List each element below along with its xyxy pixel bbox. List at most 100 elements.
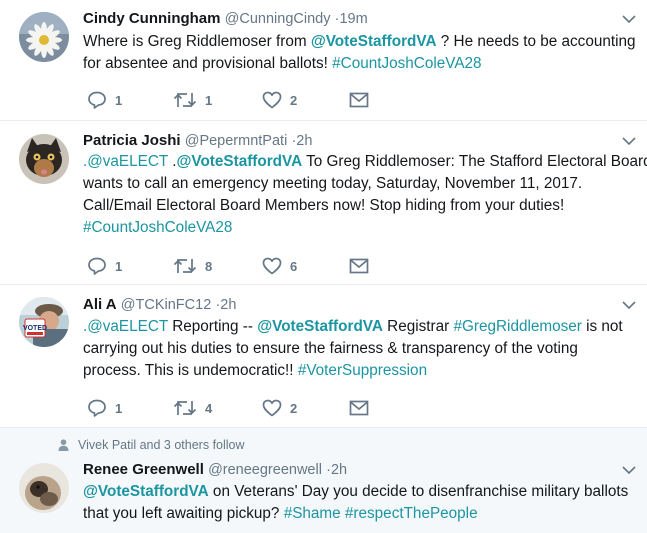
mention-link[interactable]: .@vaELECT <box>83 153 168 170</box>
reply-count: 1 <box>115 92 123 108</box>
hashtag-link[interactable]: #respectThePeople <box>345 505 478 522</box>
mention-link[interactable]: @VoteStaffordVA <box>83 483 209 500</box>
fullname[interactable]: Cindy Cunningham <box>83 10 221 27</box>
tweet-2[interactable]: Patricia Joshi @PepermntPati ·2h .@vaELE… <box>0 121 647 285</box>
chevron-down-icon[interactable] <box>622 15 636 24</box>
tweet-text-segment: process. This is undemocratic!! <box>83 362 298 379</box>
tweet-1[interactable]: Cindy Cunningham @CunningCindy ·19m Wher… <box>0 0 647 121</box>
tweet-text-segment: on Veterans' Day you decide to disenfran… <box>208 483 629 500</box>
tweet-text: @VoteStaffordVA on Veterans' Day you dec… <box>83 481 641 525</box>
reply-button[interactable]: 1 <box>87 398 122 418</box>
like-button[interactable]: 2 <box>262 90 297 110</box>
svg-text:VOTED: VOTED <box>23 325 47 332</box>
tweet-text-line: @VoteStaffordVA on Veterans' Day you dec… <box>83 481 641 503</box>
reply-count: 1 <box>115 258 123 274</box>
timestamp[interactable]: ·2h <box>326 462 347 478</box>
tweet-text-line: #CountJoshColeVA28 <box>83 217 641 239</box>
tweet-header: Cindy Cunningham @CunningCindy ·19m <box>83 9 637 29</box>
tweet-text-segment: for absentee and provisional ballots! <box>83 55 333 72</box>
avatar[interactable]: VOTED <box>19 297 69 347</box>
chevron-down-icon[interactable] <box>622 301 636 310</box>
tweet-3[interactable]: VOTED Ali A @TCKinFC12 ·2h .@vaELECT Rep… <box>0 285 647 428</box>
retweet-icon <box>173 401 197 415</box>
tweet-text-line: for absentee and provisional ballots! #C… <box>83 53 641 75</box>
like-count: 2 <box>290 400 298 416</box>
tweet-text-segment: Registrar <box>382 318 454 335</box>
timestamp[interactable]: ·19m <box>335 11 368 27</box>
timestamp[interactable]: ·2h <box>291 133 312 149</box>
reply-icon <box>88 257 106 275</box>
social-context: Vivek Patil and 3 others follow <box>58 438 245 452</box>
mention-link[interactable]: @VoteStaffordVA <box>176 153 302 170</box>
username[interactable]: @TCKinFC12 <box>121 297 211 313</box>
tweet-text-segment: Where is Greg Riddlemoser from <box>83 33 311 50</box>
retweet-button[interactable]: 4 <box>173 398 212 418</box>
chevron-down-icon[interactable] <box>622 137 636 146</box>
envelope-icon <box>349 92 369 108</box>
hashtag-link[interactable]: #Shame <box>284 505 341 522</box>
tweet-text: .@vaELECT Reporting -- @VoteStaffordVA R… <box>83 316 641 382</box>
person-icon <box>58 439 69 451</box>
social-context-text[interactable]: Vivek Patil and 3 others follow <box>78 438 245 452</box>
tweet-header: Ali A @TCKinFC12 ·2h <box>83 295 637 315</box>
reply-icon <box>88 91 106 109</box>
hashtag-link[interactable]: #CountJoshColeVA28 <box>332 55 481 72</box>
retweet-count: 1 <box>205 92 213 108</box>
retweet-button[interactable]: 1 <box>173 90 212 110</box>
hashtag-link[interactable]: #VoterSuppression <box>298 362 427 379</box>
reply-button[interactable]: 1 <box>87 256 122 276</box>
direct-message-button[interactable] <box>349 256 369 276</box>
retweet-icon <box>173 259 197 273</box>
fullname[interactable]: Patricia Joshi <box>83 132 181 149</box>
heart-icon <box>262 257 282 275</box>
avatar[interactable] <box>19 134 69 184</box>
heart-icon <box>262 91 282 109</box>
fullname[interactable]: Renee Greenwell <box>83 461 204 478</box>
tweet-text-line: .@vaELECT Reporting -- @VoteStaffordVA R… <box>83 316 641 338</box>
tweet-text-line: carrying out his duties to ensure the fa… <box>83 338 641 360</box>
fullname[interactable]: Ali A <box>83 296 117 313</box>
tweet-text-segment: that you left awaiting pickup? <box>83 505 284 522</box>
heart-icon <box>262 399 282 417</box>
avatar[interactable] <box>19 12 69 62</box>
mention-link[interactable]: .@vaELECT <box>83 318 168 335</box>
avatar[interactable] <box>19 463 69 513</box>
tweet-text-segment: carrying out his duties to ensure the fa… <box>83 340 578 357</box>
mention-link[interactable]: @VoteStaffordVA <box>257 318 383 335</box>
direct-message-button[interactable] <box>349 398 369 418</box>
reply-icon <box>88 399 106 417</box>
username[interactable]: @reneegreenwell <box>208 462 322 478</box>
retweet-button[interactable]: 8 <box>173 256 212 276</box>
tweet-header: Renee Greenwell @reneegreenwell ·2h <box>83 460 637 480</box>
tweet-text: .@vaELECT .@VoteStaffordVA To Greg Riddl… <box>83 151 647 239</box>
reply-count: 1 <box>115 400 123 416</box>
retweet-icon <box>173 93 197 107</box>
like-button[interactable]: 6 <box>262 256 297 276</box>
tweet-text-line: Call/Email Electoral Board Members now! … <box>83 195 641 217</box>
username[interactable]: @CunningCindy <box>225 11 331 27</box>
tweet-text-segment: To Greg Riddlemoser: The Stafford Electo… <box>302 153 647 170</box>
tweet-text-segment: Reporting -- <box>167 318 258 335</box>
tweet-text-line: Where is Greg Riddlemoser from @VoteStaf… <box>83 31 641 53</box>
like-count: 2 <box>290 92 298 108</box>
hashtag-link[interactable]: #GregRiddlemoser <box>453 318 581 335</box>
direct-message-button[interactable] <box>349 90 369 110</box>
username[interactable]: @PepermntPati <box>185 133 288 149</box>
hashtag-link[interactable]: #CountJoshColeVA28 <box>83 219 232 236</box>
tweet-text-segment: Call/Email Electoral Board Members now! … <box>83 197 565 214</box>
retweet-count: 8 <box>205 258 213 274</box>
tweet-text-line: wants to call an emergency meeting today… <box>83 173 641 195</box>
like-count: 6 <box>290 258 298 274</box>
tweet-header: Patricia Joshi @PepermntPati ·2h <box>83 131 637 151</box>
tweet-text-line: process. This is undemocratic!! #VoterSu… <box>83 360 641 382</box>
tweet-text-segment: is not <box>581 318 623 335</box>
reply-button[interactable]: 1 <box>87 90 122 110</box>
envelope-icon <box>349 258 369 274</box>
envelope-icon <box>349 400 369 416</box>
chevron-down-icon[interactable] <box>622 466 636 475</box>
like-button[interactable]: 2 <box>262 398 297 418</box>
tweet-4[interactable]: Vivek Patil and 3 others follow Renee Gr… <box>0 428 647 533</box>
timestamp[interactable]: ·2h <box>215 297 236 313</box>
tweet-text-segment: ? He needs to be accounting <box>436 33 636 50</box>
mention-link[interactable]: @VoteStaffordVA <box>311 33 437 50</box>
